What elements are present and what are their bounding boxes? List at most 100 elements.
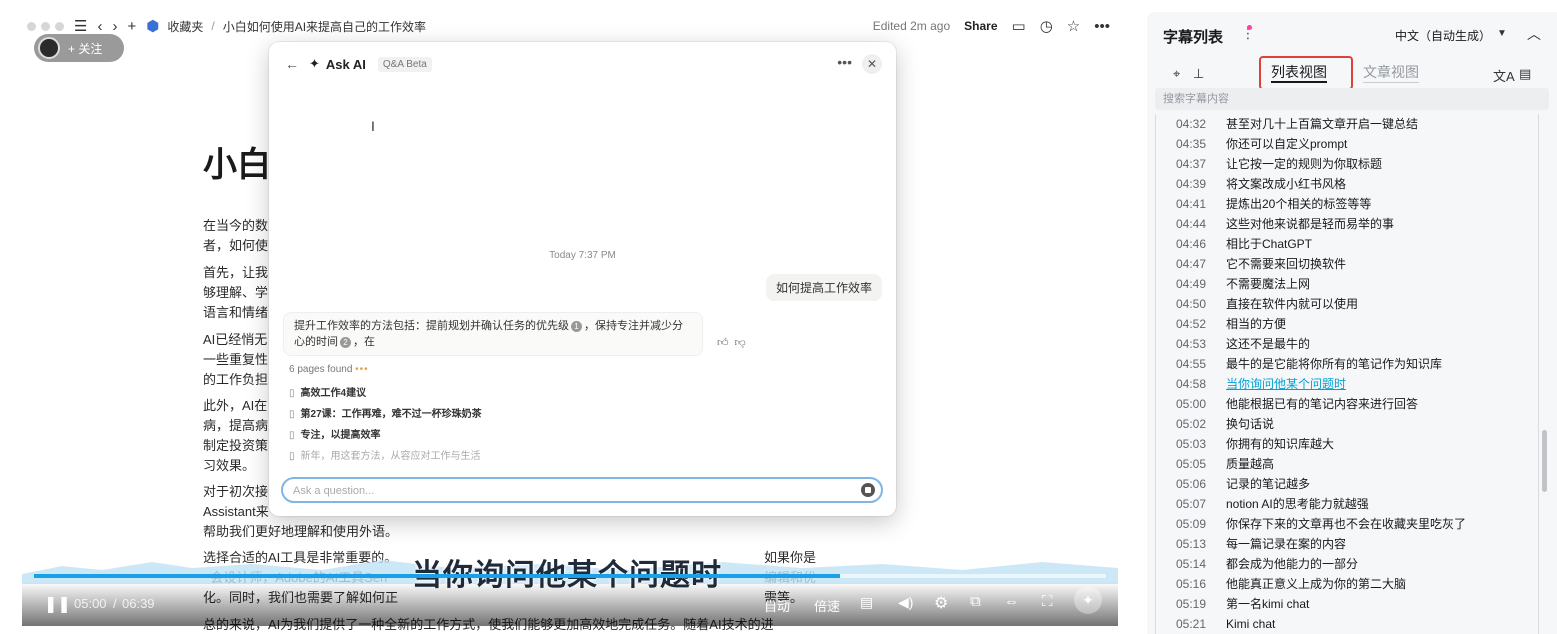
close-icon[interactable]: ✕ <box>862 54 882 74</box>
subtitle-search-input[interactable] <box>1163 91 1533 107</box>
volume-icon[interactable]: ◀) <box>898 594 913 611</box>
time-separator: / <box>113 596 117 611</box>
subtitle-row[interactable]: 05:07 notion AI的思考能力就越强 <box>1156 494 1538 514</box>
subtitle-timestamp: 04:47 <box>1176 257 1207 271</box>
locate-icon[interactable]: ⌖ <box>1173 66 1180 82</box>
subtitle-panel-header: 字幕列表 ⋮ 中文（自动生成） ▼ ︿ <box>1147 12 1557 56</box>
subtitle-row[interactable]: 04:32 甚至对几十上百篇文章开启一键总结 <box>1156 114 1538 134</box>
subtitle-row[interactable]: 05:13 每一篇记录在案的内容 <box>1156 534 1538 554</box>
settings-gear-icon[interactable]: ⚙ <box>934 593 948 613</box>
stop-icon[interactable] <box>861 483 875 497</box>
danmaku-icon[interactable]: ▤ <box>860 594 873 611</box>
subtitle-row[interactable]: 04:44 这些对他来说都是轻而易举的事 <box>1156 214 1538 234</box>
breadcrumb-root[interactable]: 收藏夹 <box>167 18 203 35</box>
subtitle-timestamp: 04:49 <box>1176 277 1207 291</box>
subtitle-row[interactable]: 05:05 质量越高 <box>1156 454 1538 474</box>
citation-badge[interactable]: 2 <box>340 337 351 348</box>
subtitle-row[interactable]: 05:19 第一名kimi chat <box>1156 594 1538 614</box>
source-item[interactable]: ▯ 高效工作4建议 <box>289 384 366 399</box>
subtitle-row[interactable]: 04:58 当你询问他某个问题时 <box>1156 374 1538 394</box>
subtitle-row[interactable]: 04:49 不需要魔法上网 <box>1156 274 1538 294</box>
subtitle-row[interactable]: 04:53 这还不是最牛的 <box>1156 334 1538 354</box>
pip-icon[interactable]: ⧉ <box>970 593 981 610</box>
back-arrow-icon[interactable]: ← <box>285 56 299 72</box>
autoplay-button[interactable]: 自动 <box>764 596 790 615</box>
forward-arrow-icon[interactable]: › <box>112 18 117 35</box>
subtitle-row[interactable]: 05:16 他能真正意义上成为你的第二大脑 <box>1156 574 1538 594</box>
translate-icon[interactable]: 文A <box>1493 66 1515 85</box>
subtitle-row[interactable]: 04:52 相当的方便 <box>1156 314 1538 334</box>
clock-icon[interactable]: ◷ <box>1040 17 1053 35</box>
subtitle-timestamp: 05:13 <box>1176 537 1207 551</box>
menu-icon[interactable]: ☰ <box>74 17 87 35</box>
source-label: 高效工作4建议 <box>300 388 367 399</box>
fullscreen-icon[interactable]: ⛶ <box>1042 593 1053 610</box>
subtitle-row[interactable]: 05:06 记录的笔记越多 <box>1156 474 1538 494</box>
doc-title: 小白 <box>203 146 271 184</box>
subtitle-row[interactable]: 04:41 提炼出20个相关的标签等等 <box>1156 194 1538 214</box>
subtitle-list[interactable]: 04:32 甚至对几十上百篇文章开启一键总结 04:35 你还可以自定义prompt 0… <box>1155 114 1539 634</box>
subtitle-row[interactable]: 04:47 它不需要来回切换软件 <box>1156 254 1538 274</box>
subtitle-row[interactable]: 05:02 换句话说 <box>1156 414 1538 434</box>
progress-bar[interactable] <box>34 574 1106 578</box>
more-icon[interactable]: ••• <box>837 54 852 70</box>
subtitle-search[interactable] <box>1155 88 1549 110</box>
citation-badge[interactable]: 1 <box>571 321 582 332</box>
subtitle-row[interactable]: 04:55 最牛的是它能将你所有的笔记作为知识库 <box>1156 354 1538 374</box>
subtitle-timestamp: 05:03 <box>1176 437 1207 451</box>
subtitle-text: 甚至对几十上百篇文章开启一键总结 <box>1226 117 1419 131</box>
subtitle-row[interactable]: 05:14 都会成为他能力的一部分 <box>1156 554 1538 574</box>
subtitle-row[interactable]: 05:21 Kimi chat <box>1156 614 1538 634</box>
answer-text: 提升工作效率的方法包括：提前规划并确认任务的优先级 <box>294 320 569 332</box>
pause-icon[interactable]: ❚❚ <box>44 594 71 614</box>
speed-button[interactable]: 倍速 <box>814 596 840 615</box>
subtitle-text: 都会成为他能力的一部分 <box>1226 557 1359 571</box>
subtitle-row[interactable]: 04:35 你还可以自定义prompt <box>1156 134 1538 154</box>
subtitle-row[interactable]: 05:03 你拥有的知识库越大 <box>1156 434 1538 454</box>
subtitle-text: 提炼出20个相关的标签等等 <box>1226 197 1372 211</box>
subtitle-row[interactable]: 04:46 相比于ChatGPT <box>1156 234 1538 254</box>
share-button[interactable]: Share <box>964 19 997 33</box>
follow-button[interactable]: + 关注 <box>34 34 124 62</box>
topbar-actions: Edited 2m ago Share ▭ ◷ ☆ ••• <box>873 12 1110 40</box>
back-arrow-icon[interactable]: ‹ <box>97 18 102 35</box>
scroll-to-top-icon[interactable]: ⊥ <box>1193 66 1204 82</box>
progress-fill <box>34 574 841 578</box>
tab-article-view[interactable]: 文章视图 <box>1363 61 1419 83</box>
scrollbar-thumb[interactable] <box>1542 430 1547 492</box>
subtitle-row[interactable]: 04:37 让它按一定的规则为你取标题 <box>1156 154 1538 174</box>
more-icon[interactable]: ••• <box>1094 18 1110 35</box>
subtitle-text[interactable]: 当你询问他某个问题时 <box>1226 374 1346 394</box>
pages-found-label: 6 pages found <box>289 364 353 375</box>
caret-down-icon[interactable]: ▼ <box>1497 28 1507 39</box>
view-tabs: ⌖ ⊥ 列表视图 文章视图 文A ▤ <box>1147 56 1557 92</box>
subtitle-row[interactable]: 04:50 直接在软件内就可以使用 <box>1156 294 1538 314</box>
sparkle-icon: ✦ <box>309 56 320 71</box>
star-icon[interactable]: ☆ <box>1067 17 1080 35</box>
source-item[interactable]: ▯ 专注，以提高效率 <box>289 426 381 441</box>
breadcrumb-page-title[interactable]: 小白如何使用AI来提高自己的工作效率 <box>223 18 426 35</box>
language-select[interactable]: 中文（自动生成） <box>1395 27 1491 44</box>
more-vertical-icon[interactable]: ⋮ <box>1241 25 1255 42</box>
ai-assistant-icon[interactable]: ✦ <box>1074 586 1102 614</box>
ask-question-field[interactable] <box>281 477 883 503</box>
thumbs-down-icon[interactable]: 👎︎ <box>735 337 752 349</box>
source-item[interactable]: ▯ 第27课：工作再难，难不过一杯珍珠奶茶 <box>289 405 482 420</box>
plus-icon[interactable]: + <box>127 18 136 35</box>
collapse-icon[interactable]: ︿ <box>1527 24 1541 44</box>
source-item[interactable]: ▯ 新年，用这套方法，从容应对工作与生活 <box>289 447 481 462</box>
widescreen-icon[interactable]: ⇔ <box>1004 593 1019 610</box>
subtitle-row[interactable]: 04:39 将文案改成小红书风格 <box>1156 174 1538 194</box>
window-dot <box>27 21 36 31</box>
feedback-buttons: 👍︎👎︎ <box>717 336 752 349</box>
subtitle-row[interactable]: 05:09 你保存下来的文章再也不会在收藏夹里吃灰了 <box>1156 514 1538 534</box>
page-icon: ▯ <box>289 451 295 462</box>
comment-icon[interactable]: ▭ <box>1012 17 1026 35</box>
source-label: 第27课：工作再难，难不过一杯珍珠奶茶 <box>300 409 482 420</box>
subtitle-row[interactable]: 05:00 他能根据已有的笔记内容来进行回答 <box>1156 394 1538 414</box>
clipboard-icon[interactable]: ▤ <box>1519 66 1531 82</box>
subtitle-text: 让它按一定的规则为你取标题 <box>1226 157 1383 171</box>
thumbs-up-icon[interactable]: 👍︎ <box>717 337 735 349</box>
beta-badge: Q&A Beta <box>377 56 432 72</box>
ask-question-input[interactable] <box>293 482 853 500</box>
